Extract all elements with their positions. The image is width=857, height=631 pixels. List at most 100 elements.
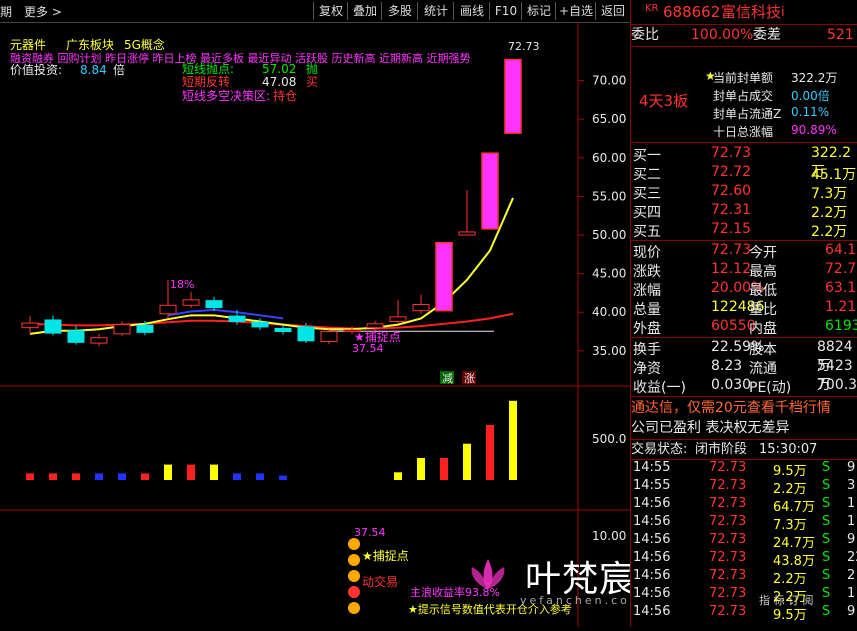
volume-bar — [187, 464, 195, 480]
tick-count: 1 — [847, 496, 856, 511]
bid-label: 买二 — [633, 167, 661, 183]
add-watchlist-button[interactable]: +自选 — [555, 2, 596, 20]
overlay-button[interactable]: 叠加 — [347, 2, 382, 20]
tick-volume: 2.2万 — [773, 590, 807, 605]
seal-row-label: 十日总涨幅 — [713, 125, 774, 139]
quote-label-2: 今开 — [749, 245, 777, 261]
bid-label: 买三 — [633, 186, 661, 202]
quote-label-2: 量比 — [749, 302, 777, 318]
tick-time: 14:56 — [633, 514, 671, 529]
tick-volume: 9.5万 — [773, 608, 807, 623]
tick-side: S — [822, 514, 831, 529]
volume-bar — [256, 473, 264, 480]
multi-stock-button[interactable]: 多股 — [381, 2, 418, 20]
tick-volume: 7.3万 — [773, 518, 807, 533]
lower-axis-label: 10.00 — [592, 529, 626, 543]
candle-body — [205, 300, 223, 309]
candle-body — [228, 315, 246, 322]
emoji-icon-3 — [348, 570, 360, 582]
quote-label-2: 内盘 — [749, 321, 777, 337]
tick-count: 2 — [847, 568, 856, 583]
volume-bar — [72, 473, 80, 480]
statistics-button[interactable]: 统计 — [417, 2, 454, 20]
more-menu[interactable]: 更多 > — [24, 3, 62, 20]
quote-label: 外盘 — [633, 321, 661, 337]
volume-bar — [440, 458, 448, 480]
indicator-1-tag: 抛 — [306, 61, 318, 76]
indicator-3-label: 短线多空决策区: — [182, 89, 270, 103]
bid-volume: 2.2万 — [811, 205, 848, 221]
indicator-2-label: 短期反转 — [182, 74, 230, 89]
volume-bar — [394, 472, 402, 480]
volume-bar — [417, 458, 425, 480]
mark-button[interactable]: 标记 — [521, 2, 556, 20]
bid-price: 72.15 — [711, 221, 752, 237]
candle-body — [90, 337, 108, 344]
draw-line-button[interactable]: 画线 — [453, 2, 490, 20]
candle-body — [159, 304, 177, 315]
bid-price: 72.73 — [711, 145, 752, 161]
profit-line: 公司已盈利 表决权无差异 — [631, 420, 790, 436]
f10-button[interactable]: F10 — [489, 2, 522, 20]
candle-body — [435, 241, 453, 312]
tick-price: 72.73 — [709, 604, 747, 619]
price-tick-label: 65.00 — [592, 112, 626, 126]
tick-time: 14:55 — [633, 478, 671, 493]
seal-row-value: 0.11% — [791, 105, 830, 119]
candle-body — [504, 58, 522, 134]
bid-label: 买四 — [633, 205, 661, 221]
volume-bar — [233, 473, 241, 480]
period-label[interactable]: 期 — [0, 3, 12, 20]
stock-name: 富信科技 — [721, 3, 782, 21]
level2-notice[interactable]: 通达信，仅需20元查看千档行情 — [631, 399, 831, 418]
volume-bar — [118, 473, 126, 480]
tick-side: S — [822, 586, 831, 601]
sector-tag-3: 5G概念 — [124, 37, 165, 52]
tick-count: 9 — [847, 460, 856, 475]
info-icon[interactable]: i — [781, 3, 785, 22]
kline-chart-svg[interactable]: 70.00 65.00 60.00 55.00 50.00 45.00 40.00 35.00… — [0, 22, 630, 627]
indicator-3-tag: 持仓 — [273, 88, 297, 103]
weicha-label: 委差 — [753, 27, 781, 43]
kline-chart-area[interactable]: 70.00 65.00 60.00 55.00 50.00 45.00 40.00 35.00… — [0, 22, 630, 627]
tick-side: S — [822, 532, 831, 547]
lotus-logo-icon — [458, 555, 505, 595]
volume-bar — [26, 473, 34, 480]
lower-capture-label: ★捕捉点 — [362, 548, 409, 563]
back-button[interactable]: 返回 — [595, 2, 630, 20]
tick-count: 9 — [847, 604, 856, 619]
tick-price: 72.73 — [709, 496, 747, 511]
tick-price: 72.73 — [709, 568, 747, 583]
tick-price: 72.73 — [709, 550, 747, 565]
price-tick-label: 35.00 — [592, 344, 626, 358]
emoji-icon-4 — [348, 602, 360, 614]
kr-badge: KR — [645, 3, 659, 14]
lower-price: 37.54 — [354, 526, 386, 539]
candle-body — [136, 324, 154, 333]
quote-value-2: 64.12 — [825, 242, 857, 258]
board-count: 4天3板 — [639, 92, 689, 110]
candle-body — [297, 326, 315, 342]
tick-time: 14:56 — [633, 532, 671, 547]
quote-label: 涨跌 — [633, 264, 661, 280]
volume-bar — [49, 473, 57, 480]
stat-label-2: 股本 — [749, 342, 777, 358]
quote-value: 12.12 — [711, 261, 752, 277]
trade-status-label: 交易状态: — [631, 442, 688, 457]
fuquan-button[interactable]: 复权 — [313, 2, 348, 20]
stat-label: 净资 — [633, 361, 661, 377]
bid-price: 72.72 — [711, 164, 752, 180]
tick-side: S — [822, 460, 831, 475]
lower-trade-label: 动交易 — [362, 574, 398, 589]
signal-rise: 涨 — [464, 372, 475, 385]
volume-bar — [279, 475, 287, 480]
sector-tag-1: 元器件 — [10, 38, 46, 52]
high-price-marker: 72.73 — [508, 40, 540, 53]
stat-label: 换手 — [633, 342, 661, 358]
trade-status: 闭市阶段 — [695, 442, 748, 457]
candle-body — [412, 304, 430, 312]
price-tick-label: 45.00 — [592, 267, 626, 281]
tab-1[interactable]: 指 — [759, 594, 770, 607]
tick-volume: 9.5万 — [773, 464, 807, 479]
sector-tag-2: 广东板块 — [66, 38, 114, 52]
